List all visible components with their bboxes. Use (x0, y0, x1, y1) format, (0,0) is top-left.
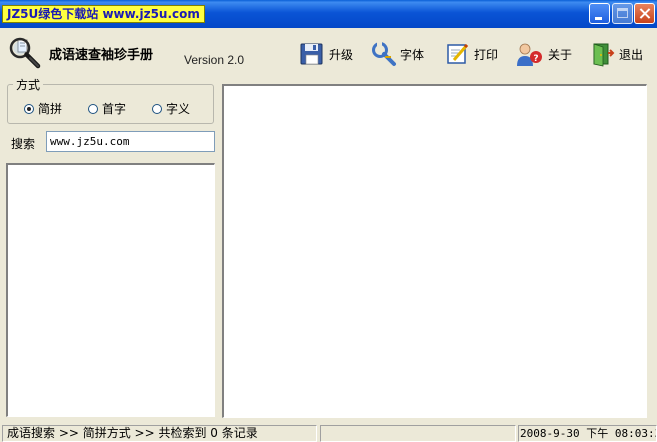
window-title: JZ5U绿色下载站 www.jz5u.com (2, 5, 205, 23)
svg-text:?: ? (533, 54, 538, 64)
wrench-icon (372, 42, 396, 66)
radio-shouzi[interactable]: 首字 (88, 100, 126, 117)
exit-door-icon (593, 43, 615, 67)
idiom-result-list[interactable] (6, 163, 215, 417)
help-user-icon: ? (517, 43, 542, 66)
upgrade-label: 升级 (329, 47, 354, 62)
print-label: 打印 (474, 47, 499, 62)
radio-jianpin-label: 简拼 (38, 102, 63, 116)
search-label: 搜索 (11, 137, 36, 151)
status-summary: 成语搜索 >> 简拼方式 >> 共检索到 0 条记录 (2, 425, 317, 442)
title-bar: JZ5U绿色下载站 www.jz5u.com (0, 0, 657, 28)
radio-unselected-icon[interactable] (88, 103, 98, 114)
minimize-button[interactable] (589, 3, 610, 24)
status-bar: 成语搜索 >> 简拼方式 >> 共检索到 0 条记录 2008-9-30 下午 … (0, 424, 657, 442)
floppy-disk-icon (300, 43, 323, 65)
edit-document-icon (447, 43, 469, 64)
radio-ziyi-label: 字义 (166, 102, 191, 116)
exit-label: 退出 (619, 47, 644, 62)
mode-group-legend: 方式 (13, 76, 44, 93)
maximize-button[interactable] (612, 3, 633, 24)
font-button[interactable]: 字体 (371, 40, 424, 68)
about-button[interactable]: ? 关于 (515, 40, 572, 68)
about-label: 关于 (548, 47, 573, 62)
radio-unselected-icon[interactable] (152, 103, 162, 114)
app-version: Version 2.0 (184, 53, 245, 67)
magnifier-logo-icon (9, 37, 41, 69)
print-button[interactable]: 打印 (445, 40, 498, 68)
radio-shouzi-label: 首字 (102, 102, 127, 116)
exit-button[interactable]: 退出 (590, 40, 643, 68)
close-button[interactable] (634, 3, 655, 24)
app-name: 成语速查袖珍手册 (49, 48, 154, 63)
search-input[interactable] (46, 131, 215, 152)
upgrade-button[interactable]: 升级 (298, 40, 353, 68)
radio-ziyi[interactable]: 字义 (152, 100, 190, 117)
status-datetime: 2008-9-30 下午 08:03:38 (518, 425, 657, 442)
radio-selected-icon[interactable] (24, 103, 34, 114)
radio-jianpin[interactable]: 简拼 (24, 100, 62, 117)
idiom-detail-pane[interactable] (222, 84, 647, 418)
status-empty-panel (320, 425, 516, 442)
font-label: 字体 (400, 47, 425, 62)
